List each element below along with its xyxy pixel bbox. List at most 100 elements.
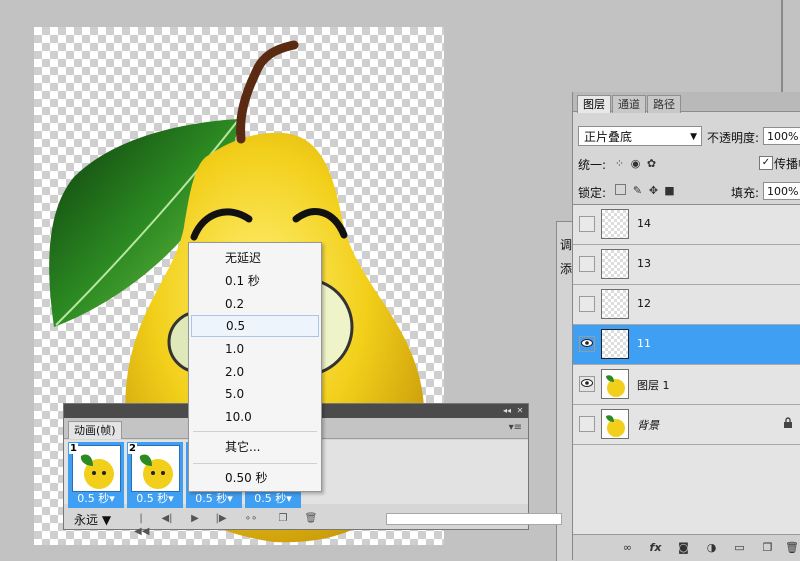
layer-name: 图层 1 bbox=[637, 379, 670, 392]
frame-number: 1 bbox=[69, 443, 78, 454]
frame-delay[interactable]: 0.5 秒▾ bbox=[127, 492, 183, 506]
layer-list: 14 13 12 11 图层 1 背景 bbox=[573, 204, 800, 535]
propagate-label: 传播帧 bbox=[774, 157, 800, 171]
play-icon[interactable]: ▶ bbox=[188, 512, 202, 525]
layer-thumbnail bbox=[601, 329, 629, 359]
frame-delay-menu: 无延迟 0.1 秒 0.2 0.5 1.0 2.0 5.0 10.0 其它...… bbox=[188, 242, 322, 492]
mask-icon[interactable]: ◙ bbox=[677, 541, 690, 554]
visibility-toggle[interactable] bbox=[579, 416, 595, 432]
tab-layers[interactable]: 图层 bbox=[577, 95, 611, 113]
frame-number: 2 bbox=[128, 443, 137, 454]
opacity-field[interactable]: 100% bbox=[763, 127, 800, 145]
blend-mode-select[interactable]: 正片叠底 ▼ bbox=[578, 126, 702, 146]
layer-row-14[interactable]: 14 bbox=[573, 205, 800, 245]
frame-2[interactable]: 2 0.5 秒▾ bbox=[127, 442, 183, 508]
trash-icon[interactable]: 🗑 bbox=[785, 541, 799, 554]
opacity-label: 不透明度: bbox=[707, 131, 760, 145]
layer-row-13[interactable]: 13 bbox=[573, 245, 800, 285]
layer-row-12[interactable]: 12 bbox=[573, 285, 800, 325]
layer-name: 11 bbox=[637, 337, 651, 350]
frame-delay[interactable]: 0.5 秒▾ bbox=[245, 492, 301, 506]
unify-position-icon[interactable]: ⁘ bbox=[613, 157, 626, 170]
animation-controls: 永远 ▼ |◀◀ ◀| ▶ |▶ ∘∘ ❐ 🗑 bbox=[64, 509, 562, 537]
frame-delay[interactable]: 0.5 秒▾ bbox=[186, 492, 242, 506]
loop-select[interactable]: 永远 ▼ bbox=[74, 511, 111, 528]
menu-item-0.2[interactable]: 0.2 bbox=[191, 293, 319, 315]
collapsed-panel-label-1: 调 bbox=[560, 238, 573, 252]
layer-name: 14 bbox=[637, 217, 651, 230]
prev-frame-icon[interactable]: ◀| bbox=[160, 512, 174, 525]
duplicate-frame-icon[interactable]: ❐ bbox=[276, 512, 290, 525]
layers-panel: 图层 通道 路径 正片叠底 ▼ 不透明度: 100% 统一: ⁘ ◉ ✿ ✓ 传… bbox=[572, 92, 800, 561]
lock-all-icon[interactable]: ■ bbox=[663, 184, 676, 197]
new-layer-icon[interactable]: ❐ bbox=[761, 541, 774, 554]
layers-tab-bar: 图层 通道 路径 bbox=[573, 92, 800, 113]
trash-icon[interactable]: 🗑 bbox=[304, 512, 318, 525]
tab-animation-frames[interactable]: 动画(帧) bbox=[68, 421, 122, 439]
collapsed-panel-label-2: 添 bbox=[560, 262, 573, 276]
menu-item-2.0[interactable]: 2.0 bbox=[191, 361, 319, 383]
link-icon[interactable]: ∞ bbox=[621, 541, 634, 554]
lock-paint-icon[interactable]: ✎ bbox=[631, 184, 644, 197]
menu-item-0.1[interactable]: 0.1 秒 bbox=[191, 270, 319, 292]
frame-thumbnail bbox=[72, 445, 121, 492]
layer-row-layer1[interactable]: 图层 1 bbox=[573, 365, 800, 405]
lock-transparency-icon[interactable] bbox=[615, 184, 626, 195]
frame-delay-text: 0.5 秒 bbox=[136, 492, 169, 505]
divider bbox=[781, 0, 783, 92]
layer-row-11[interactable]: 11 bbox=[573, 325, 800, 365]
layer-name: 13 bbox=[637, 257, 651, 270]
frame-thumbnail bbox=[131, 445, 180, 492]
frame-delay-text: 0.5 秒 bbox=[254, 492, 287, 505]
layer-thumbnail bbox=[601, 249, 629, 279]
lock-icon bbox=[784, 417, 792, 428]
menu-separator bbox=[193, 463, 317, 464]
visibility-toggle[interactable] bbox=[579, 296, 595, 312]
visibility-toggle[interactable] bbox=[579, 256, 595, 272]
tween-icon[interactable]: ∘∘ bbox=[244, 512, 258, 525]
frame-delay[interactable]: 0.5 秒▾ bbox=[68, 492, 124, 506]
tab-paths[interactable]: 路径 bbox=[647, 95, 681, 113]
layer-thumbnail bbox=[601, 209, 629, 239]
fill-field[interactable]: 100% bbox=[763, 182, 800, 200]
menu-item-current[interactable]: 0.50 秒 bbox=[191, 467, 319, 489]
unify-style-icon[interactable]: ✿ bbox=[645, 157, 658, 170]
menu-separator bbox=[193, 431, 317, 432]
pear-thumbnail bbox=[601, 369, 629, 399]
adjustment-icon[interactable]: ◑ bbox=[705, 541, 718, 554]
first-frame-icon[interactable]: |◀◀ bbox=[134, 512, 149, 537]
menu-item-1.0[interactable]: 1.0 bbox=[191, 338, 319, 360]
layer-thumbnail bbox=[601, 289, 629, 319]
layers-panel-footer: ∞ fx ◙ ◑ ▭ ❐ 🗑 bbox=[573, 534, 800, 561]
frame-delay-text: 0.5 秒 bbox=[77, 492, 110, 505]
layer-name: 12 bbox=[637, 297, 651, 310]
layer-name: 背景 bbox=[637, 419, 659, 432]
unify-label: 统一: bbox=[578, 158, 607, 172]
frames-scrollbar[interactable] bbox=[386, 513, 562, 525]
propagate-checkbox[interactable]: ✓ bbox=[759, 156, 773, 170]
tab-channels[interactable]: 通道 bbox=[612, 95, 646, 113]
close-icon[interactable]: ✕ bbox=[515, 406, 525, 416]
eye-icon[interactable] bbox=[579, 336, 595, 352]
panel-menu-icon[interactable]: ▾≡ bbox=[509, 422, 522, 433]
fill-label: 填充: bbox=[731, 186, 760, 200]
collapse-icon[interactable]: ◂◂ bbox=[502, 406, 512, 416]
chevron-down-icon: ▼ bbox=[690, 132, 697, 142]
blend-mode-value: 正片叠底 bbox=[584, 130, 633, 144]
menu-item-5.0[interactable]: 5.0 bbox=[191, 383, 319, 405]
folder-icon[interactable]: ▭ bbox=[733, 541, 746, 554]
unify-visibility-icon[interactable]: ◉ bbox=[629, 157, 642, 170]
loop-value: 永远 bbox=[74, 513, 99, 527]
lock-move-icon[interactable]: ✥ bbox=[647, 184, 660, 197]
lock-label: 锁定: bbox=[578, 186, 607, 200]
menu-item-other[interactable]: 其它... bbox=[191, 436, 319, 458]
frame-1[interactable]: 1 0.5 秒▾ bbox=[68, 442, 124, 508]
layer-row-background[interactable]: 背景 bbox=[573, 405, 800, 445]
menu-item-0.5[interactable]: 0.5 bbox=[191, 315, 319, 337]
visibility-toggle[interactable] bbox=[579, 216, 595, 232]
fx-icon[interactable]: fx bbox=[649, 541, 662, 554]
eye-icon[interactable] bbox=[579, 376, 595, 392]
menu-item-10.0[interactable]: 10.0 bbox=[191, 406, 319, 428]
next-frame-icon[interactable]: |▶ bbox=[214, 512, 228, 525]
menu-item-no-delay[interactable]: 无延迟 bbox=[191, 247, 319, 269]
